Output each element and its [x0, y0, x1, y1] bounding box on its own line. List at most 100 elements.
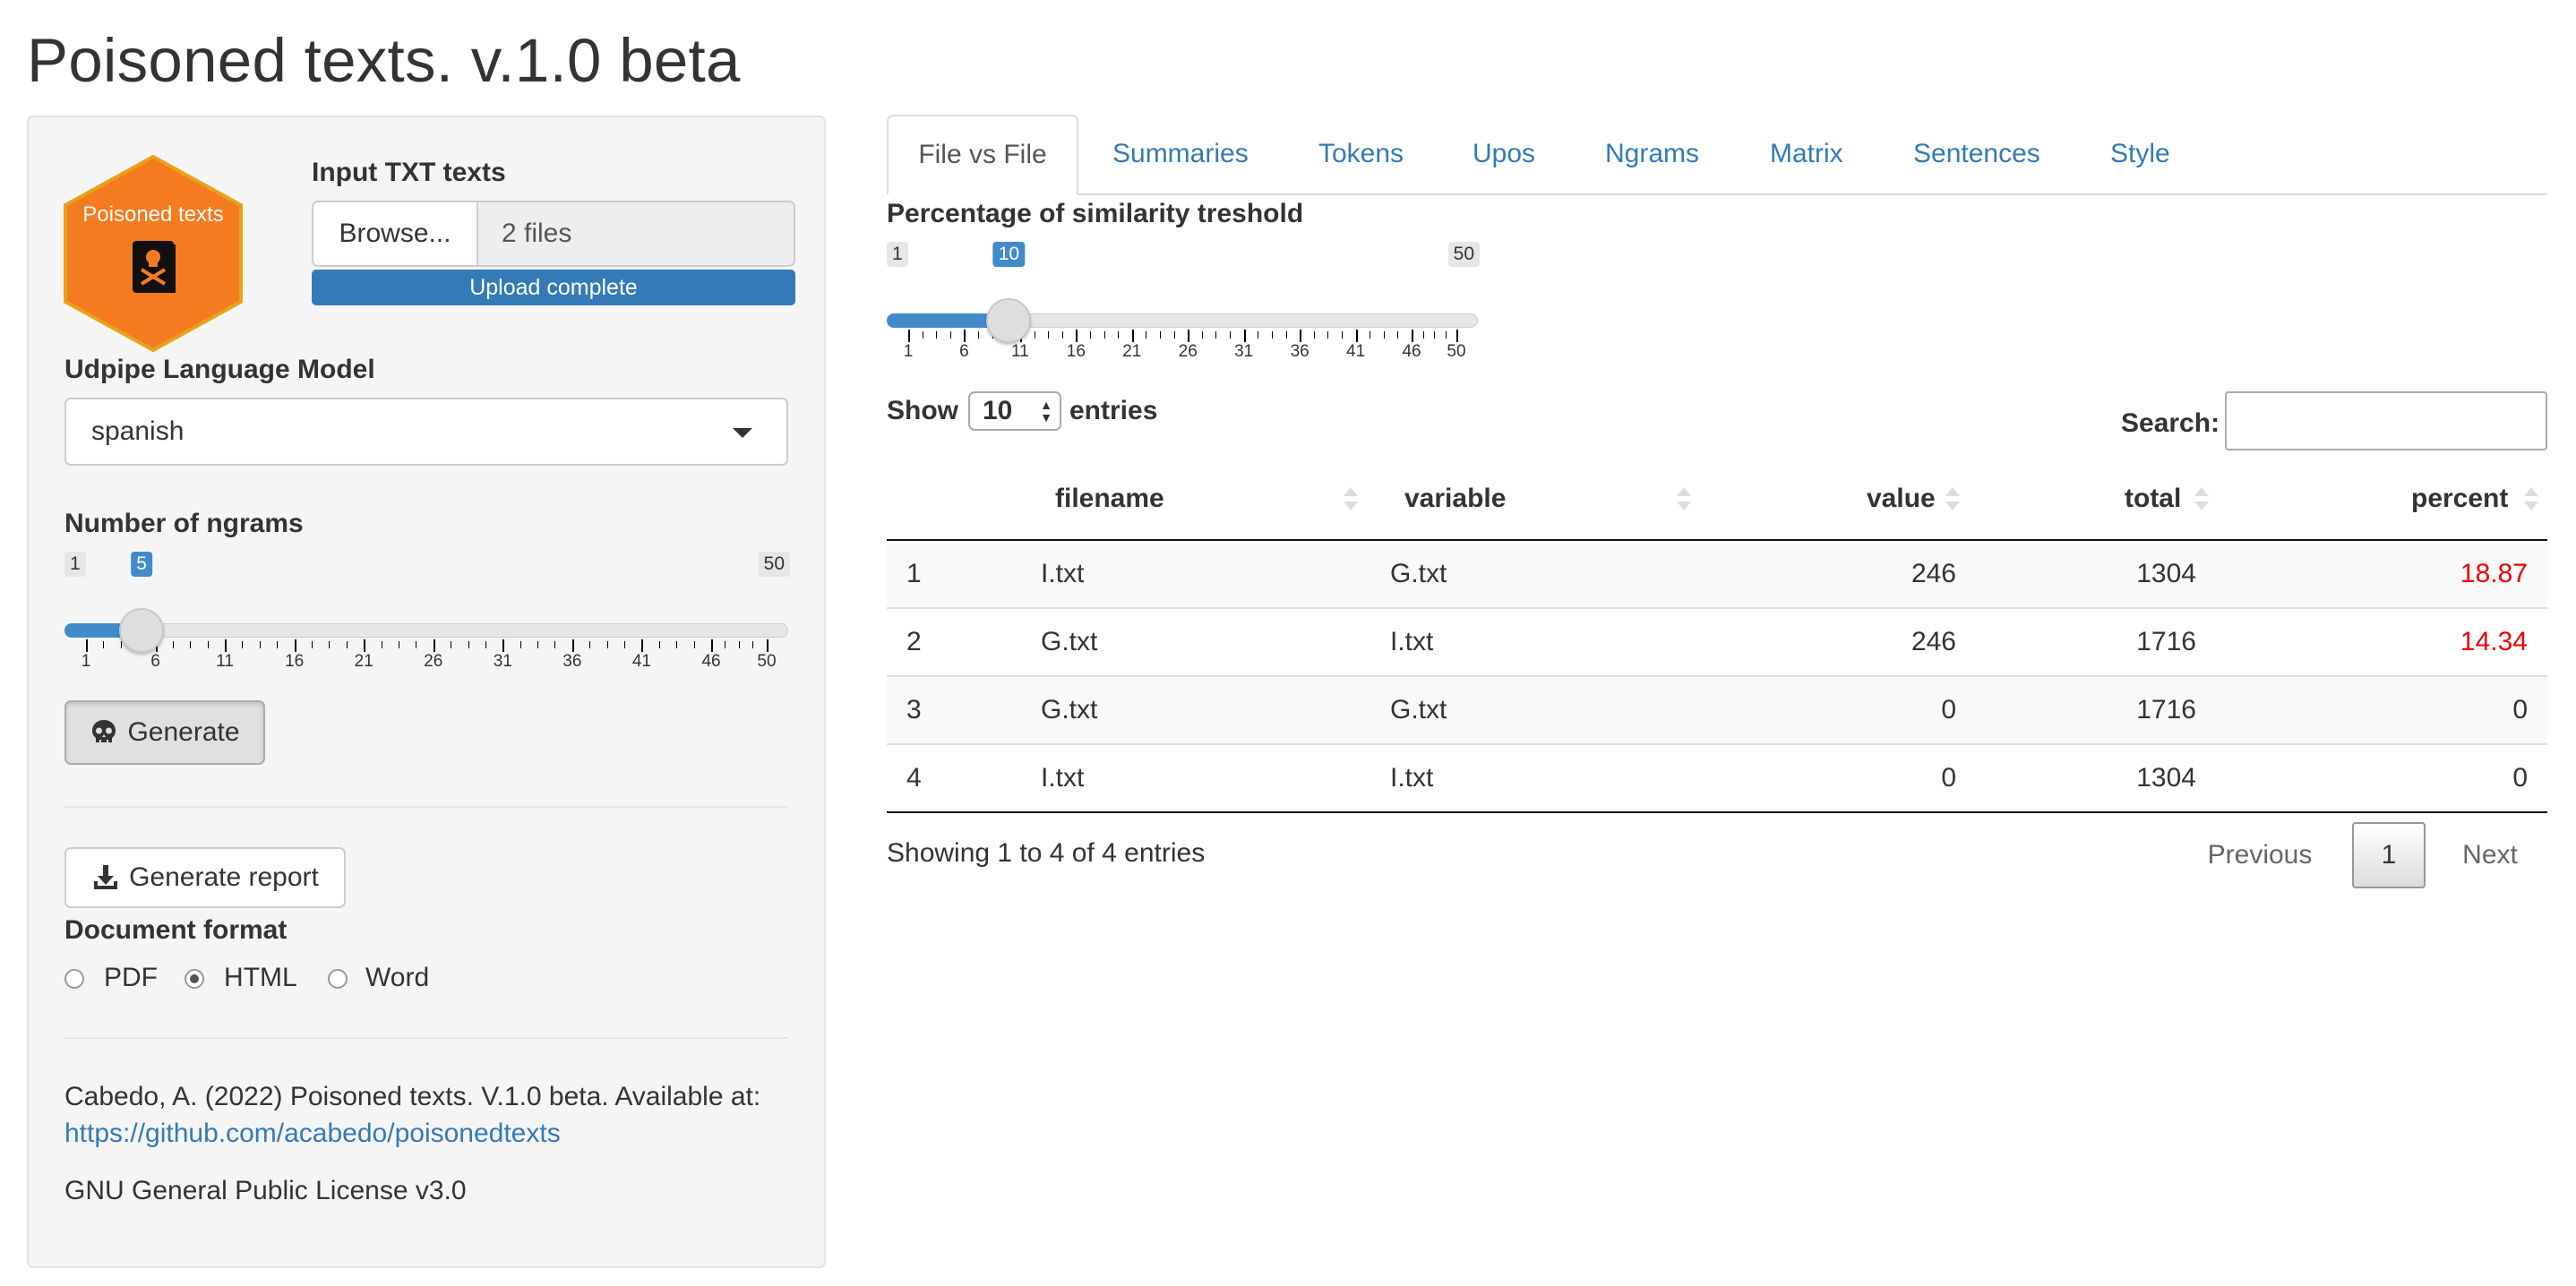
column-header-value[interactable]: value [1867, 484, 1936, 514]
column-header-percent[interactable]: percent [2411, 484, 2508, 514]
slider-handle[interactable] [119, 608, 165, 653]
slider-tick-label: 50 [757, 652, 777, 671]
slider-major-tick [364, 639, 366, 652]
sort-icon [1945, 502, 1960, 510]
slider-tick-label: 21 [354, 652, 374, 671]
tab-style[interactable]: Style [2110, 115, 2170, 193]
slider-minor-tick [1445, 331, 1447, 339]
citation-link[interactable]: https://github.com/acabedo/poisonedtexts [64, 1119, 561, 1149]
slider-minor-tick [1118, 331, 1120, 339]
slider-tick-label: 11 [1011, 342, 1029, 361]
slider-tick-label: 36 [1290, 342, 1309, 361]
pagination-previous[interactable]: Previous [2193, 822, 2327, 888]
slider-minor-tick [752, 641, 754, 648]
similarity-slider[interactable]: 1 50 10 1 6 11 16 21 26 31 36 41 46 50 [887, 242, 1480, 367]
radio-pdf[interactable] [64, 969, 84, 989]
tab-sentences[interactable]: Sentences [1913, 115, 2040, 193]
slider-major-tick [1076, 330, 1078, 342]
ngrams-slider[interactable]: 1 50 5 1 6 11 16 21 26 31 36 41 46 50 [64, 552, 790, 677]
page-title: Poisoned texts. v.1.0 beta [27, 26, 741, 95]
tab-upos[interactable]: Upos [1473, 115, 1535, 193]
table-row: 3 G.txt G.txt 0 1716 0 [887, 677, 2547, 745]
sort-icon [2194, 502, 2209, 510]
cell-total: 1716 [2136, 627, 2196, 656]
slider-minor-tick [312, 641, 313, 648]
pagination-next[interactable]: Next [2445, 822, 2535, 888]
citation-text: Cabedo, A. (2022) Poisoned texts. V.1.0 … [64, 1082, 761, 1111]
slider-tick-label: 16 [1066, 342, 1086, 361]
upload-progress-bar: Upload complete [312, 270, 795, 305]
cell-value: 0 [1941, 763, 1956, 793]
slider-minor-tick [936, 331, 938, 339]
generate-button[interactable]: Generate [64, 700, 265, 765]
slider-tick-label: 41 [631, 652, 651, 671]
slider-major-tick [1456, 330, 1458, 342]
slider-minor-tick [207, 641, 209, 648]
slider-major-tick [225, 639, 228, 652]
column-header-filename[interactable]: filename [1055, 484, 1164, 514]
tab-ngrams[interactable]: Ngrams [1605, 115, 1699, 193]
slider-minor-tick [537, 641, 539, 648]
slider-minor-tick [1341, 331, 1343, 339]
slider-minor-tick [519, 641, 521, 648]
slider-minor-tick [1048, 331, 1050, 339]
slider-minor-tick [1383, 331, 1385, 339]
table-row: 1 I.txt G.txt 246 1304 18.87 [887, 541, 2547, 609]
sort-icon [2524, 502, 2538, 510]
skull-book-icon [133, 241, 176, 293]
cell-value: 246 [1911, 627, 1956, 656]
radio-html[interactable] [185, 969, 204, 989]
logo-text: Poisoned texts [82, 202, 223, 227]
cell-variable: I.txt [1390, 763, 1434, 793]
slider-handle[interactable] [986, 298, 1032, 343]
search-label: Search: [2121, 408, 2220, 438]
slider-minor-tick [606, 641, 608, 648]
sort-icon [1344, 502, 1358, 510]
tab-file-vs-file[interactable]: File vs File [887, 115, 1078, 195]
slider-tick-label: 6 [959, 342, 969, 361]
divider [64, 1037, 788, 1039]
slider-minor-tick [485, 641, 486, 648]
sort-icon [1677, 487, 1691, 496]
file-name-field: 2 files [478, 201, 795, 267]
cell-filename: G.txt [1041, 627, 1098, 656]
slider-minor-tick [242, 641, 244, 648]
cell-filename: I.txt [1041, 559, 1085, 588]
tab-matrix[interactable]: Matrix [1770, 115, 1843, 193]
cell-variable: G.txt [1390, 559, 1447, 588]
cell-index: 4 [906, 763, 922, 793]
pagination-page-1[interactable]: 1 [2352, 822, 2426, 888]
slider-minor-tick [329, 641, 331, 648]
cell-variable: G.txt [1390, 695, 1447, 724]
slider-tick-label: 1 [903, 342, 914, 361]
search-input[interactable] [2225, 391, 2547, 450]
slider-tick-label: 11 [216, 652, 234, 671]
page-length-select[interactable]: 10 ▲ ▼ [968, 391, 1061, 431]
language-model-select[interactable]: spanish [64, 398, 788, 466]
slider-tick-label: 1 [81, 652, 91, 671]
column-header-total[interactable]: total [2125, 484, 2181, 514]
slider-major-tick [710, 639, 713, 652]
caret-down-icon [733, 428, 752, 438]
generate-report-label: Generate report [129, 862, 319, 892]
slider-minor-tick [978, 331, 980, 339]
browse-button[interactable]: Browse... [312, 201, 478, 267]
slider-minor-tick [468, 641, 469, 648]
tab-tokens[interactable]: Tokens [1318, 115, 1404, 193]
slider-minor-tick [190, 641, 192, 648]
radio-word[interactable] [328, 969, 348, 989]
generate-label: Generate [127, 717, 240, 747]
cell-index: 1 [906, 559, 922, 588]
slider-minor-tick [172, 641, 174, 648]
similarity-label: Percentage of similarity treshold [887, 199, 1304, 228]
column-header-variable[interactable]: variable [1404, 484, 1506, 514]
slider-track[interactable] [64, 623, 788, 638]
slider-tick-label: 16 [285, 652, 305, 671]
table-row: 4 I.txt I.txt 0 1304 0 [887, 745, 2547, 813]
slider-minor-tick [1285, 331, 1287, 339]
ngrams-label: Number of ngrams [64, 509, 304, 538]
generate-report-button[interactable]: Generate report [64, 847, 346, 908]
slider-tick-label: 6 [150, 652, 160, 671]
tabs-underline [887, 193, 2547, 195]
tab-summaries[interactable]: Summaries [1112, 115, 1249, 193]
